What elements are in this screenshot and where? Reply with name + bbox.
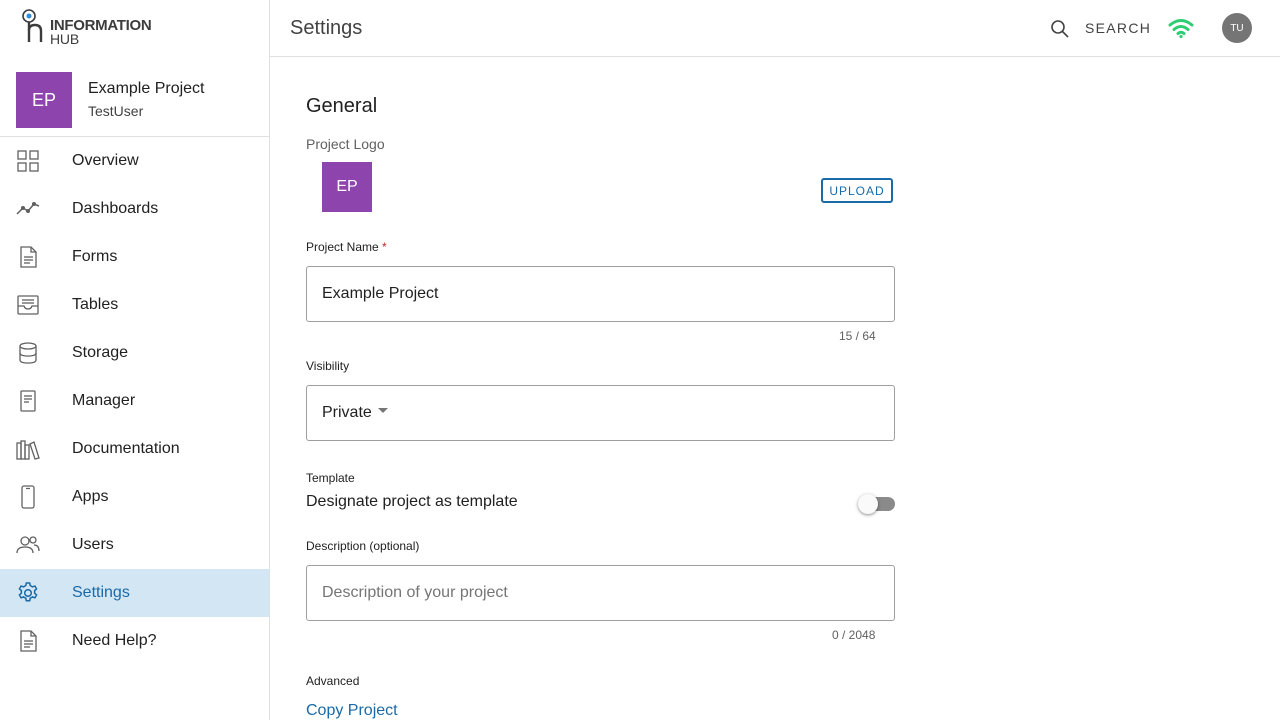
phone-icon: [21, 485, 35, 509]
upload-logo-button[interactable]: UPLOAD: [821, 178, 893, 203]
sidebar: INFORMATION HUB EP Example Project TestU…: [0, 0, 270, 720]
project-name-value: Example Project: [322, 285, 439, 302]
sidebar-item-label: Apps: [72, 488, 109, 505]
required-mark: *: [382, 240, 387, 254]
template-label: Template: [306, 471, 355, 485]
users-icon: [16, 536, 40, 554]
visibility-value: Private: [322, 404, 372, 421]
search-icon[interactable]: [1050, 19, 1070, 39]
project-name-input[interactable]: Example Project: [306, 266, 895, 322]
description-placeholder: Description of your project: [322, 584, 508, 601]
visibility-label: Visibility: [306, 359, 350, 373]
project-user: TestUser: [88, 103, 144, 119]
sidebar-item-label: Tables: [72, 296, 119, 313]
database-icon: [19, 342, 37, 364]
project-name-label-text: Project Name: [306, 240, 379, 254]
project-avatar: EP: [16, 72, 72, 128]
logo-icon: [22, 9, 43, 42]
inbox-icon: [17, 295, 39, 315]
toggle-thumb: [858, 494, 878, 514]
sidebar-item-label: Storage: [72, 344, 129, 361]
app-logo[interactable]: INFORMATION HUB: [20, 8, 160, 48]
visibility-select[interactable]: Private: [306, 385, 895, 441]
top-header: Settings SEARCH TU: [270, 0, 1280, 57]
sidebar-item-label: Manager: [72, 392, 136, 409]
document-icon: [20, 246, 37, 268]
grid-icon: [17, 150, 39, 172]
search-button[interactable]: SEARCH: [1085, 20, 1151, 36]
caret-down-icon: [377, 408, 388, 414]
sidebar-item-label: Dashboards: [72, 200, 159, 217]
books-icon: [16, 440, 40, 460]
sidebar-item-apps[interactable]: Apps: [0, 473, 269, 521]
section-title-general: General: [306, 95, 378, 117]
page-title: Settings: [290, 17, 363, 39]
visibility-select-wrap: Private: [322, 404, 388, 422]
gear-icon: [18, 582, 38, 602]
sidebar-item-forms[interactable]: Forms: [0, 233, 269, 281]
project-name-label: Project Name *: [306, 240, 387, 254]
sidebar-item-label: Overview: [72, 152, 139, 169]
sidebar-item-label: Settings: [72, 584, 130, 601]
description-counter: 0 / 2048: [832, 628, 876, 642]
logo-text-line2: HUB: [50, 31, 79, 47]
sidebar-item-manager[interactable]: Manager: [0, 377, 269, 425]
sidebar-item-documentation[interactable]: Documentation: [0, 425, 269, 473]
description-label: Description (optional): [306, 539, 420, 553]
wifi-icon: [1168, 19, 1194, 39]
sidebar-nav: Overview Dashboards Forms Tables Storage…: [0, 137, 269, 665]
copy-project-link[interactable]: Copy Project: [306, 702, 398, 720]
settings-form: General Project Logo EP UPLOAD Project N…: [306, 57, 896, 720]
notepad-icon: [20, 390, 36, 412]
sidebar-item-overview[interactable]: Overview: [0, 137, 269, 185]
sidebar-item-label: Need Help?: [72, 632, 157, 649]
project-logo-preview: EP: [322, 162, 372, 212]
help-document-icon: [20, 630, 37, 652]
user-avatar[interactable]: TU: [1222, 13, 1252, 43]
project-logo-label: Project Logo: [306, 136, 385, 152]
sidebar-item-dashboards[interactable]: Dashboards: [0, 185, 269, 233]
project-name-counter: 15 / 64: [839, 329, 876, 343]
sidebar-item-storage[interactable]: Storage: [0, 329, 269, 377]
chart-line-icon: [16, 201, 40, 215]
sidebar-item-users[interactable]: Users: [0, 521, 269, 569]
advanced-label: Advanced: [306, 674, 360, 688]
template-toggle[interactable]: [858, 493, 896, 515]
template-description: Designate project as template: [306, 493, 518, 510]
sidebar-item-label: Documentation: [72, 440, 180, 457]
sidebar-item-tables[interactable]: Tables: [0, 281, 269, 329]
project-name: Example Project: [88, 80, 205, 97]
project-card[interactable]: EP Example Project TestUser: [0, 56, 269, 137]
sidebar-item-label: Forms: [72, 248, 118, 265]
sidebar-item-need-help[interactable]: Need Help?: [0, 617, 269, 665]
sidebar-item-settings[interactable]: Settings: [0, 569, 269, 617]
description-input[interactable]: Description of your project: [306, 565, 895, 621]
sidebar-item-label: Users: [72, 536, 114, 553]
